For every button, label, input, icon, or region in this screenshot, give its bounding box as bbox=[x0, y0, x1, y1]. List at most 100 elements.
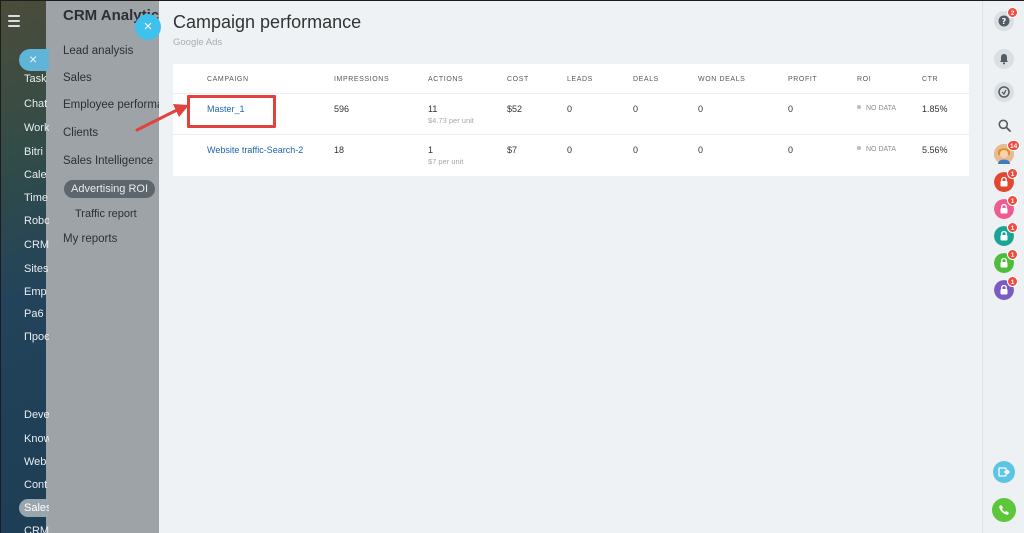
actions-cell: 1 $7 per unit bbox=[428, 145, 463, 166]
table-header: CAMPAIGN IMPRESSIONS ACTIONS COST LEADS … bbox=[173, 64, 969, 94]
profit-value: 0 bbox=[788, 104, 794, 114]
search-icon bbox=[998, 119, 1011, 132]
column-header-actions[interactable]: ACTIONS bbox=[428, 76, 463, 83]
notification-badge: 1 bbox=[1007, 168, 1018, 179]
screen-share-button[interactable] bbox=[993, 461, 1015, 483]
help-button[interactable]: ? 2 bbox=[994, 7, 1018, 31]
svg-text:?: ? bbox=[1002, 17, 1007, 26]
nav-item-webforms[interactable]: Web bbox=[24, 456, 46, 468]
nav-item-tasks[interactable]: Task bbox=[24, 73, 47, 85]
nav-item-projects[interactable]: Проє bbox=[24, 331, 49, 343]
column-header-won-deals[interactable]: WON DEALS bbox=[698, 76, 745, 83]
leads-value: 0 bbox=[567, 104, 573, 114]
table-row: Website traffic-Search-2 18 1 $7 per uni… bbox=[173, 135, 969, 176]
call-button[interactable] bbox=[992, 498, 1016, 522]
roi-cell: NO DATA bbox=[857, 146, 896, 153]
nav-item-sales[interactable]: Sales bbox=[19, 499, 49, 517]
locked-chat-button[interactable]: 1 bbox=[994, 249, 1018, 273]
column-header-impressions[interactable]: IMPRESSIONS bbox=[334, 76, 389, 83]
impressions-value: 18 bbox=[334, 145, 345, 155]
bell-icon bbox=[1000, 54, 1008, 65]
ctr-value: 1.85% bbox=[922, 104, 948, 114]
status-dot-icon bbox=[857, 146, 861, 150]
nav-item-robots[interactable]: Robo bbox=[24, 215, 49, 227]
nav-item-work[interactable]: Pa6 bbox=[24, 308, 44, 320]
nav-item-employees[interactable]: Emp bbox=[24, 286, 47, 298]
menu-item-traffic-report[interactable]: Traffic report bbox=[75, 208, 137, 220]
won-deals-value: 0 bbox=[698, 145, 704, 155]
user-avatar[interactable]: 14 bbox=[994, 140, 1021, 164]
nav-item-chat[interactable]: Chat bbox=[24, 98, 47, 110]
notification-badge: 1 bbox=[1007, 222, 1018, 233]
locked-chat-button[interactable]: 1 bbox=[994, 276, 1018, 300]
notification-badge: 1 bbox=[1007, 195, 1018, 206]
collapse-button[interactable]: × bbox=[19, 49, 49, 71]
nav-item-contact-center[interactable]: Cont bbox=[24, 479, 47, 491]
nav-item-workgroups[interactable]: Work bbox=[24, 122, 49, 134]
roi-value: NO DATA bbox=[866, 105, 897, 112]
locked-chat-button[interactable]: 1 bbox=[994, 195, 1018, 219]
column-header-deals[interactable]: DEALS bbox=[633, 76, 659, 83]
column-header-campaign[interactable]: CAMPAIGN bbox=[207, 76, 249, 83]
won-deals-value: 0 bbox=[698, 104, 704, 114]
notification-badge: 1 bbox=[1007, 249, 1018, 260]
status-dot-icon bbox=[857, 105, 861, 109]
column-header-leads[interactable]: LEADS bbox=[567, 76, 593, 83]
impressions-value: 596 bbox=[334, 104, 350, 114]
menu-item-lead-analysis[interactable]: Lead analysis bbox=[63, 45, 133, 57]
menu-item-my-reports[interactable]: My reports bbox=[63, 233, 117, 245]
actions-cell: 11 $4.73 per unit bbox=[428, 104, 474, 125]
right-toolbar: ? 2 14 1 1 1 1 1 bbox=[982, 1, 1024, 533]
cost-per-unit: $7 per unit bbox=[428, 157, 464, 166]
campaign-link[interactable]: Website traffic-Search-2 bbox=[207, 145, 303, 155]
menu-item-sales-intelligence[interactable]: Sales Intelligence bbox=[63, 155, 153, 167]
locked-chat-button[interactable]: 1 bbox=[994, 168, 1018, 192]
nav-item-bitrix[interactable]: Bitri bbox=[24, 146, 43, 158]
page-subtitle: Google Ads bbox=[173, 37, 223, 48]
nav-item-sites[interactable]: Sites bbox=[24, 263, 48, 275]
pointer-arrow-icon bbox=[135, 104, 189, 132]
leads-value: 0 bbox=[567, 145, 573, 155]
notification-badge: 14 bbox=[1007, 140, 1021, 151]
search-button[interactable] bbox=[994, 115, 1014, 135]
column-header-ctr[interactable]: CTR bbox=[922, 76, 938, 83]
nav-item-developer[interactable]: Deve bbox=[24, 409, 49, 421]
menu-icon[interactable] bbox=[8, 15, 20, 30]
nav-item-time[interactable]: Time bbox=[24, 192, 48, 204]
actions-value: 11 bbox=[428, 104, 438, 114]
page-title: Campaign performance bbox=[173, 12, 362, 32]
cost-value: $52 bbox=[507, 104, 523, 114]
column-header-profit[interactable]: PROFIT bbox=[788, 76, 817, 83]
share-screen-icon bbox=[998, 467, 1010, 477]
roi-value: NO DATA bbox=[866, 146, 897, 153]
crm-analytics-panel: CRM Analytics Lead analysis Sales Employ… bbox=[46, 1, 160, 533]
close-icon: × bbox=[29, 51, 38, 67]
roi-cell: NO DATA bbox=[857, 105, 896, 112]
column-header-roi[interactable]: ROI bbox=[857, 76, 871, 83]
nav-item-calendar[interactable]: Cale bbox=[24, 169, 47, 181]
chat-icon bbox=[998, 86, 1010, 98]
notification-badge: 2 bbox=[1007, 7, 1018, 18]
deals-value: 0 bbox=[633, 104, 639, 114]
campaign-performance-slider: Campaign performance Google Ads CAMPAIGN… bbox=[159, 1, 982, 533]
main-left-nav: × Task Chat Work Bitri Cale Time Robo CR… bbox=[1, 1, 49, 533]
cost-per-unit: $4.73 per unit bbox=[428, 116, 474, 125]
menu-item-clients[interactable]: Clients bbox=[63, 127, 98, 139]
notification-badge: 1 bbox=[1007, 276, 1018, 287]
cost-value: $7 bbox=[507, 145, 518, 155]
notifications-button[interactable] bbox=[994, 49, 1014, 69]
close-icon: × bbox=[143, 18, 153, 35]
menu-item-sales[interactable]: Sales bbox=[63, 72, 92, 84]
phone-icon bbox=[999, 505, 1009, 515]
nav-item-crm[interactable]: CRM bbox=[24, 239, 49, 251]
locked-chat-button[interactable]: 1 bbox=[994, 222, 1018, 246]
table-row: Master_1 596 11 $4.73 per unit $52 0 0 0… bbox=[173, 94, 969, 135]
slider-close-button[interactable]: × bbox=[135, 14, 161, 40]
nav-item-crm-bottom[interactable]: CRM bbox=[24, 525, 49, 533]
messages-button[interactable] bbox=[994, 82, 1014, 102]
profit-value: 0 bbox=[788, 145, 794, 155]
nav-item-knowledge[interactable]: Know bbox=[24, 433, 49, 445]
ctr-value: 5.56% bbox=[922, 145, 948, 155]
menu-item-advertising-roi[interactable]: Advertising ROI bbox=[64, 180, 156, 198]
column-header-cost[interactable]: COST bbox=[507, 76, 529, 83]
